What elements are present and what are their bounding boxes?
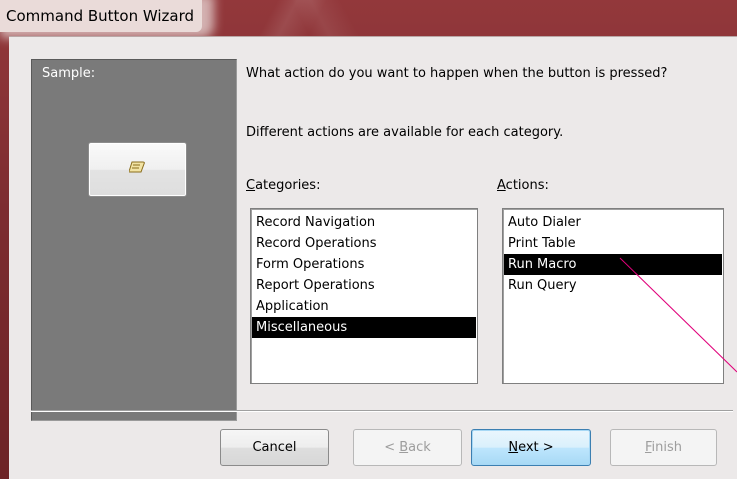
cancel-button[interactable]: Cancel (220, 429, 329, 466)
next-button-label: ext > (518, 440, 554, 455)
action-item-run-query[interactable]: Run Query (504, 275, 722, 296)
category-item-record-operations[interactable]: Record Operations (252, 233, 476, 254)
next-button[interactable]: Next > (471, 429, 591, 466)
categories-mnemonic: C (246, 178, 256, 193)
finish-button[interactable]: Finish (610, 429, 717, 466)
categories-listbox[interactable]: Record Navigation Record Operations Form… (250, 208, 478, 384)
actions-label-text: ctions: (505, 178, 549, 193)
categories-label: Categories: (246, 178, 320, 193)
action-item-auto-dialer[interactable]: Auto Dialer (504, 212, 722, 233)
category-item-report-operations[interactable]: Report Operations (252, 275, 476, 296)
action-question: What action do you want to happen when t… (246, 66, 668, 81)
category-item-miscellaneous[interactable]: Miscellaneous (252, 317, 476, 338)
title-bar[interactable]: Command Button Wizard (0, 0, 737, 36)
finish-button-label: inish (651, 440, 683, 455)
sample-label: Sample: (42, 66, 96, 81)
action-item-run-macro[interactable]: Run Macro (504, 254, 722, 275)
action-item-print-table[interactable]: Print Table (504, 233, 722, 254)
sample-preview-button (88, 142, 187, 197)
back-button[interactable]: < Back (353, 429, 462, 466)
button-separator (31, 410, 733, 412)
category-item-application[interactable]: Application (252, 296, 476, 317)
category-hint: Different actions are available for each… (246, 125, 564, 140)
category-item-form-operations[interactable]: Form Operations (252, 254, 476, 275)
sample-panel: Sample: (31, 59, 237, 421)
category-item-record-navigation[interactable]: Record Navigation (252, 212, 476, 233)
actions-listbox[interactable]: Auto Dialer Print Table Run Macro Run Qu… (502, 208, 724, 384)
back-button-mnemonic: B (399, 440, 409, 455)
back-button-prefix: < (384, 440, 400, 455)
macro-scroll-icon (129, 161, 145, 173)
actions-label: Actions: (497, 178, 549, 193)
next-button-mnemonic: N (508, 440, 519, 455)
window-title: Command Button Wizard (0, 0, 203, 32)
wizard-client-area: Sample: What action do you want to happe… (9, 36, 737, 479)
actions-mnemonic: A (497, 178, 506, 193)
back-button-label: ack (408, 440, 431, 455)
categories-label-text: ategories: (255, 178, 321, 193)
